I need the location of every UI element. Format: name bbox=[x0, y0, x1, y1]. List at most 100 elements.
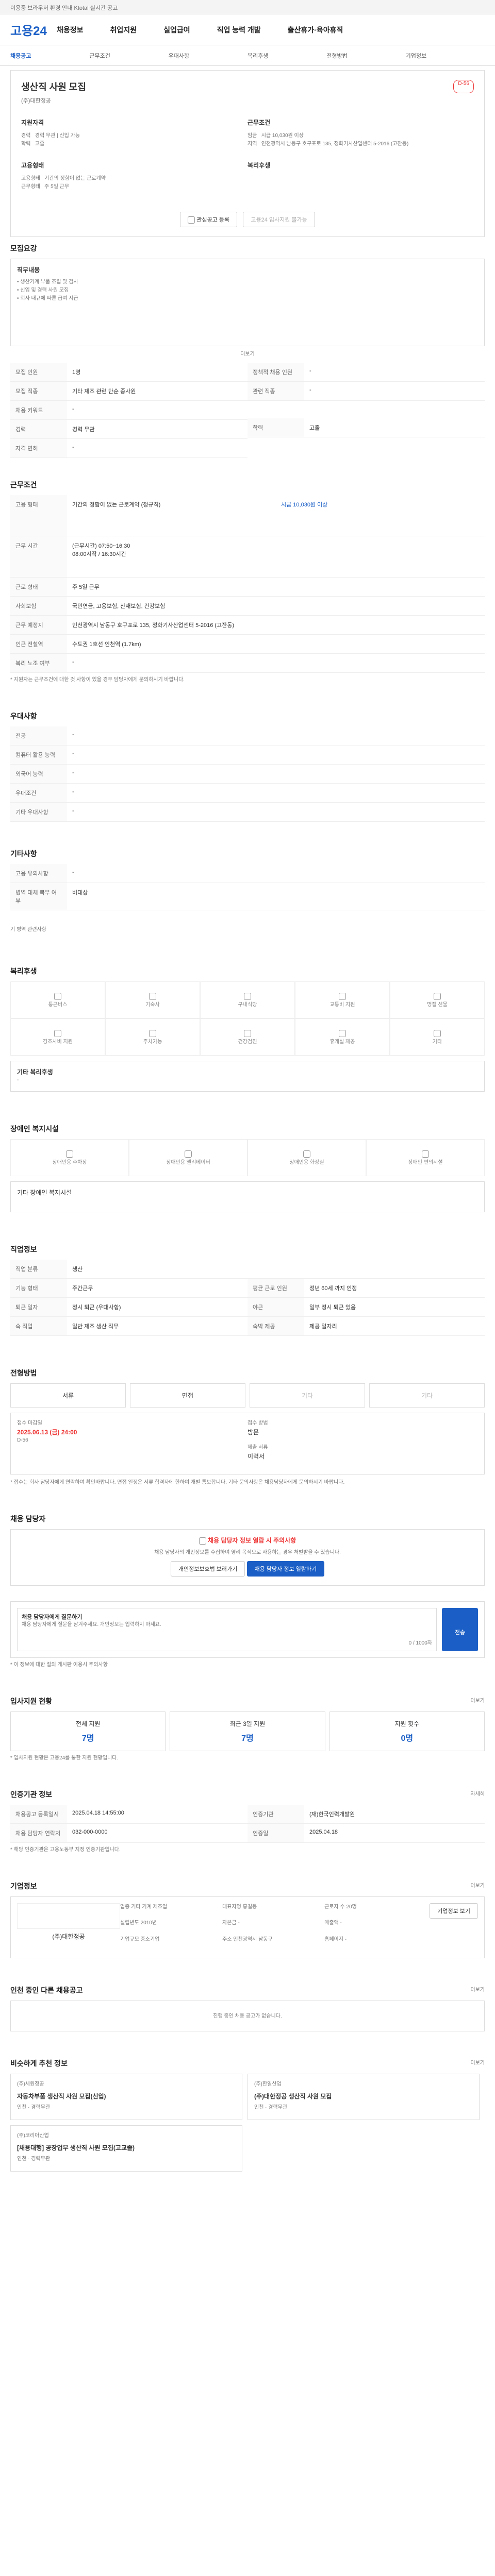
privacy-button[interactable]: 개인정보보호법 보러가기 bbox=[170, 1561, 245, 1577]
tab-company[interactable]: 기업정보 bbox=[406, 52, 485, 60]
row-key: 고용 형태 bbox=[10, 495, 67, 536]
row-value: 일부 정시 퇴근 있음 bbox=[309, 1304, 356, 1311]
tab-posting[interactable]: 채용공고 bbox=[10, 52, 89, 60]
docs-key: 제출 서류 bbox=[248, 1445, 268, 1451]
qual-label: 지원자격 bbox=[21, 119, 44, 126]
row-key: 인증일 bbox=[248, 1824, 304, 1843]
row-value: 기타 제조 관련 단순 종사원 bbox=[72, 388, 136, 395]
more-link[interactable]: 자세히 bbox=[470, 1783, 485, 1805]
cond-label: 근무조건 bbox=[248, 119, 271, 126]
facility-item: 장애인용 엘리베이터 bbox=[129, 1139, 248, 1177]
other-jobs-empty: 진행 중인 채용 공고가 없습니다. bbox=[10, 2001, 485, 2032]
step-item: 기타 bbox=[369, 1383, 485, 1408]
selection-title: 전형방법 bbox=[10, 1369, 37, 1378]
toilet-icon bbox=[303, 1150, 310, 1158]
deadline-sub: D-56 bbox=[17, 1437, 28, 1444]
cert-note: * 해당 인증기관은 고용노동부 지정 인증기관입니다. bbox=[10, 1847, 121, 1853]
etc-icon bbox=[434, 1029, 441, 1037]
warning-icon bbox=[199, 1537, 206, 1545]
field-value: - bbox=[340, 1920, 342, 1926]
more-link[interactable]: 더보기 bbox=[470, 1979, 485, 2001]
dday-badge: D-56 bbox=[453, 80, 474, 93]
wheelchair-icon bbox=[422, 1150, 429, 1158]
apply-status-note: * 입사지원 현황은 고용24를 통한 지원 현황입니다. bbox=[10, 1755, 119, 1761]
jobinfo-title: 직업정보 bbox=[10, 1245, 37, 1254]
row-value: - bbox=[72, 789, 74, 795]
conditions-section: 근무조건 고용 형태 기간의 정함이 없는 근로계약 (정규직) 시급 10,030… bbox=[10, 473, 485, 684]
facility-item: 장애인용 화장실 bbox=[248, 1139, 366, 1177]
heart-icon bbox=[188, 216, 195, 224]
row-key: 근무 시간 bbox=[10, 536, 67, 578]
row-value: 1명 bbox=[72, 369, 81, 376]
job-title: 생산직 사원 모집 bbox=[21, 82, 86, 92]
recommend-card[interactable]: (주)코리아산업 [채용대행] 공장업무 생산직 사원 모집(고교졸) 인천 · 경… bbox=[10, 2125, 242, 2172]
apply-button[interactable]: 고용24 입사지원 불가능 bbox=[243, 212, 315, 227]
row-value: 정년 60세 까지 인정 bbox=[309, 1285, 357, 1292]
tab-selection[interactable]: 전형방법 bbox=[326, 52, 405, 60]
more-link[interactable]: 더보기 bbox=[470, 1875, 485, 1896]
field-value: 2010년 bbox=[140, 1920, 157, 1926]
stat-count: 지원 횟수 0명 bbox=[329, 1711, 485, 1752]
preference-section: 우대사항 전공 - 컴퓨터 활용 능력 - 외국어 능력 - 우대조건 - 기타 우대사… bbox=[10, 705, 485, 822]
conditions-note: * 지원자는 근무조건에 대한 것 사항이 있을 경우 담당자에게 문의하시기 … bbox=[10, 677, 185, 683]
company-name[interactable]: (주)대한정공 bbox=[21, 96, 474, 105]
edu-key: 학력 bbox=[21, 141, 31, 147]
send-button[interactable]: 전송 bbox=[442, 1608, 478, 1652]
view-manager-button[interactable]: 채용 담당자 정보 열람하기 bbox=[246, 1561, 325, 1577]
nav-jobs[interactable]: 채용정보 bbox=[57, 25, 84, 35]
question-title: 채용 담당자에게 질문하기 bbox=[22, 1614, 82, 1621]
home-icon bbox=[149, 992, 156, 1000]
row-key: 평균 근로 인원 bbox=[248, 1279, 304, 1298]
welfare-section: 복리후생 통근버스 기숙사 구내식당 교통비 지원 명절 선물 경조사비 지원 … bbox=[10, 960, 485, 1092]
etc-title: 기타사항 bbox=[10, 850, 37, 858]
more-link[interactable]: 더보기 bbox=[10, 350, 485, 359]
row-value: 주간근무 bbox=[72, 1285, 93, 1292]
rest-icon bbox=[339, 1029, 346, 1037]
row-key: 채용 키워드 bbox=[10, 401, 67, 420]
work-value: 주 5일 근무 bbox=[44, 184, 70, 190]
nav-support[interactable]: 취업지원 bbox=[110, 25, 137, 35]
row-value: 경력 무관 bbox=[72, 427, 95, 433]
scrap-button[interactable]: 관심공고 등록 bbox=[180, 212, 238, 228]
apply-status-title: 입사지원 현황 bbox=[10, 1697, 53, 1706]
tab-preferences[interactable]: 우대사항 bbox=[169, 52, 248, 60]
question-input[interactable]: 채용 담당자에게 질문을 남겨주세요. 개인정보는 입력하지 마세요. bbox=[22, 1621, 432, 1629]
row-value: - bbox=[72, 659, 74, 666]
company-info-button[interactable]: 기업정보 보기 bbox=[430, 1903, 478, 1919]
step-item: 면접 bbox=[130, 1383, 245, 1408]
nav-benefit[interactable]: 실업급여 bbox=[163, 25, 190, 35]
recommend-title: 비슷하게 추천 정보 bbox=[10, 2059, 68, 2068]
job-header: 생산직 사원 모집 D-56 (주)대한정공 지원자격 경력 경력 무관 | 신… bbox=[10, 70, 485, 238]
flower-icon bbox=[54, 1029, 61, 1037]
deadline-key: 접수 마감일 bbox=[17, 1420, 42, 1427]
cert-section: 인증기관 정보 자세히 채용공고 등록일시 2025.04.18 14:55:00 인… bbox=[10, 1783, 485, 1854]
preference-title: 우대사항 bbox=[10, 712, 37, 721]
row-key: 관련 직종 bbox=[248, 382, 304, 401]
nav-leave[interactable]: 출산휴가·육아휴직 bbox=[288, 25, 343, 35]
duty-content: • 생산기계 부품 조립 및 검사 • 신입 및 경력 사원 모집 • 회사 내… bbox=[17, 279, 78, 302]
exp-value: 경력 무관 | 신입 가능 bbox=[35, 133, 80, 139]
row-key: 채용 담당자 연락처 bbox=[10, 1824, 67, 1843]
etc-extra: 기 병역 관련사항 bbox=[10, 927, 46, 933]
more-link[interactable]: 더보기 bbox=[470, 2052, 485, 2074]
welfare-other-title: 기타 복리후생 bbox=[17, 1069, 53, 1076]
welfare-item: 기숙사 bbox=[105, 981, 200, 1019]
area-value: 인천광역시 남동구 호구포로 135, 정화기사산업센터 5-2016 (고잔동… bbox=[261, 141, 409, 147]
field-key: 근로자 수 bbox=[324, 1904, 345, 1910]
welfare-item: 기타 bbox=[390, 1019, 485, 1056]
top-notice-bar: 이용중 브라우저 환경 안내 Ktotal 실시간 공고 bbox=[0, 0, 495, 14]
site-logo[interactable]: 고용24 bbox=[10, 21, 57, 39]
row-value: (재)한국인력개발원 bbox=[309, 1811, 355, 1818]
field-key: 설립년도 bbox=[120, 1920, 139, 1926]
recommend-card[interactable]: (주)세원정공 자동차부품 생산직 사원 모집(신입) 인천 · 경력무관 bbox=[10, 2074, 242, 2121]
method-value: 방문 bbox=[248, 1429, 259, 1436]
tab-conditions[interactable]: 근무조건 bbox=[89, 52, 168, 60]
nav-training[interactable]: 직업 능력 개발 bbox=[217, 25, 261, 35]
welfare-other: - bbox=[17, 1077, 19, 1083]
recommend-card[interactable]: (주)한일산업 (주)대한정공 생산직 사원 모집 인천 · 경력무관 bbox=[248, 2074, 480, 2121]
emp-label: 고용형태 bbox=[21, 162, 44, 169]
more-link[interactable]: 더보기 bbox=[470, 1690, 485, 1711]
stat-total: 전체 지원 7명 bbox=[10, 1711, 166, 1752]
welfare-grid: 통근버스 기숙사 구내식당 교통비 지원 명절 선물 경조사비 지원 주차가능 … bbox=[10, 981, 485, 1056]
tab-welfare[interactable]: 복리후생 bbox=[248, 52, 326, 60]
